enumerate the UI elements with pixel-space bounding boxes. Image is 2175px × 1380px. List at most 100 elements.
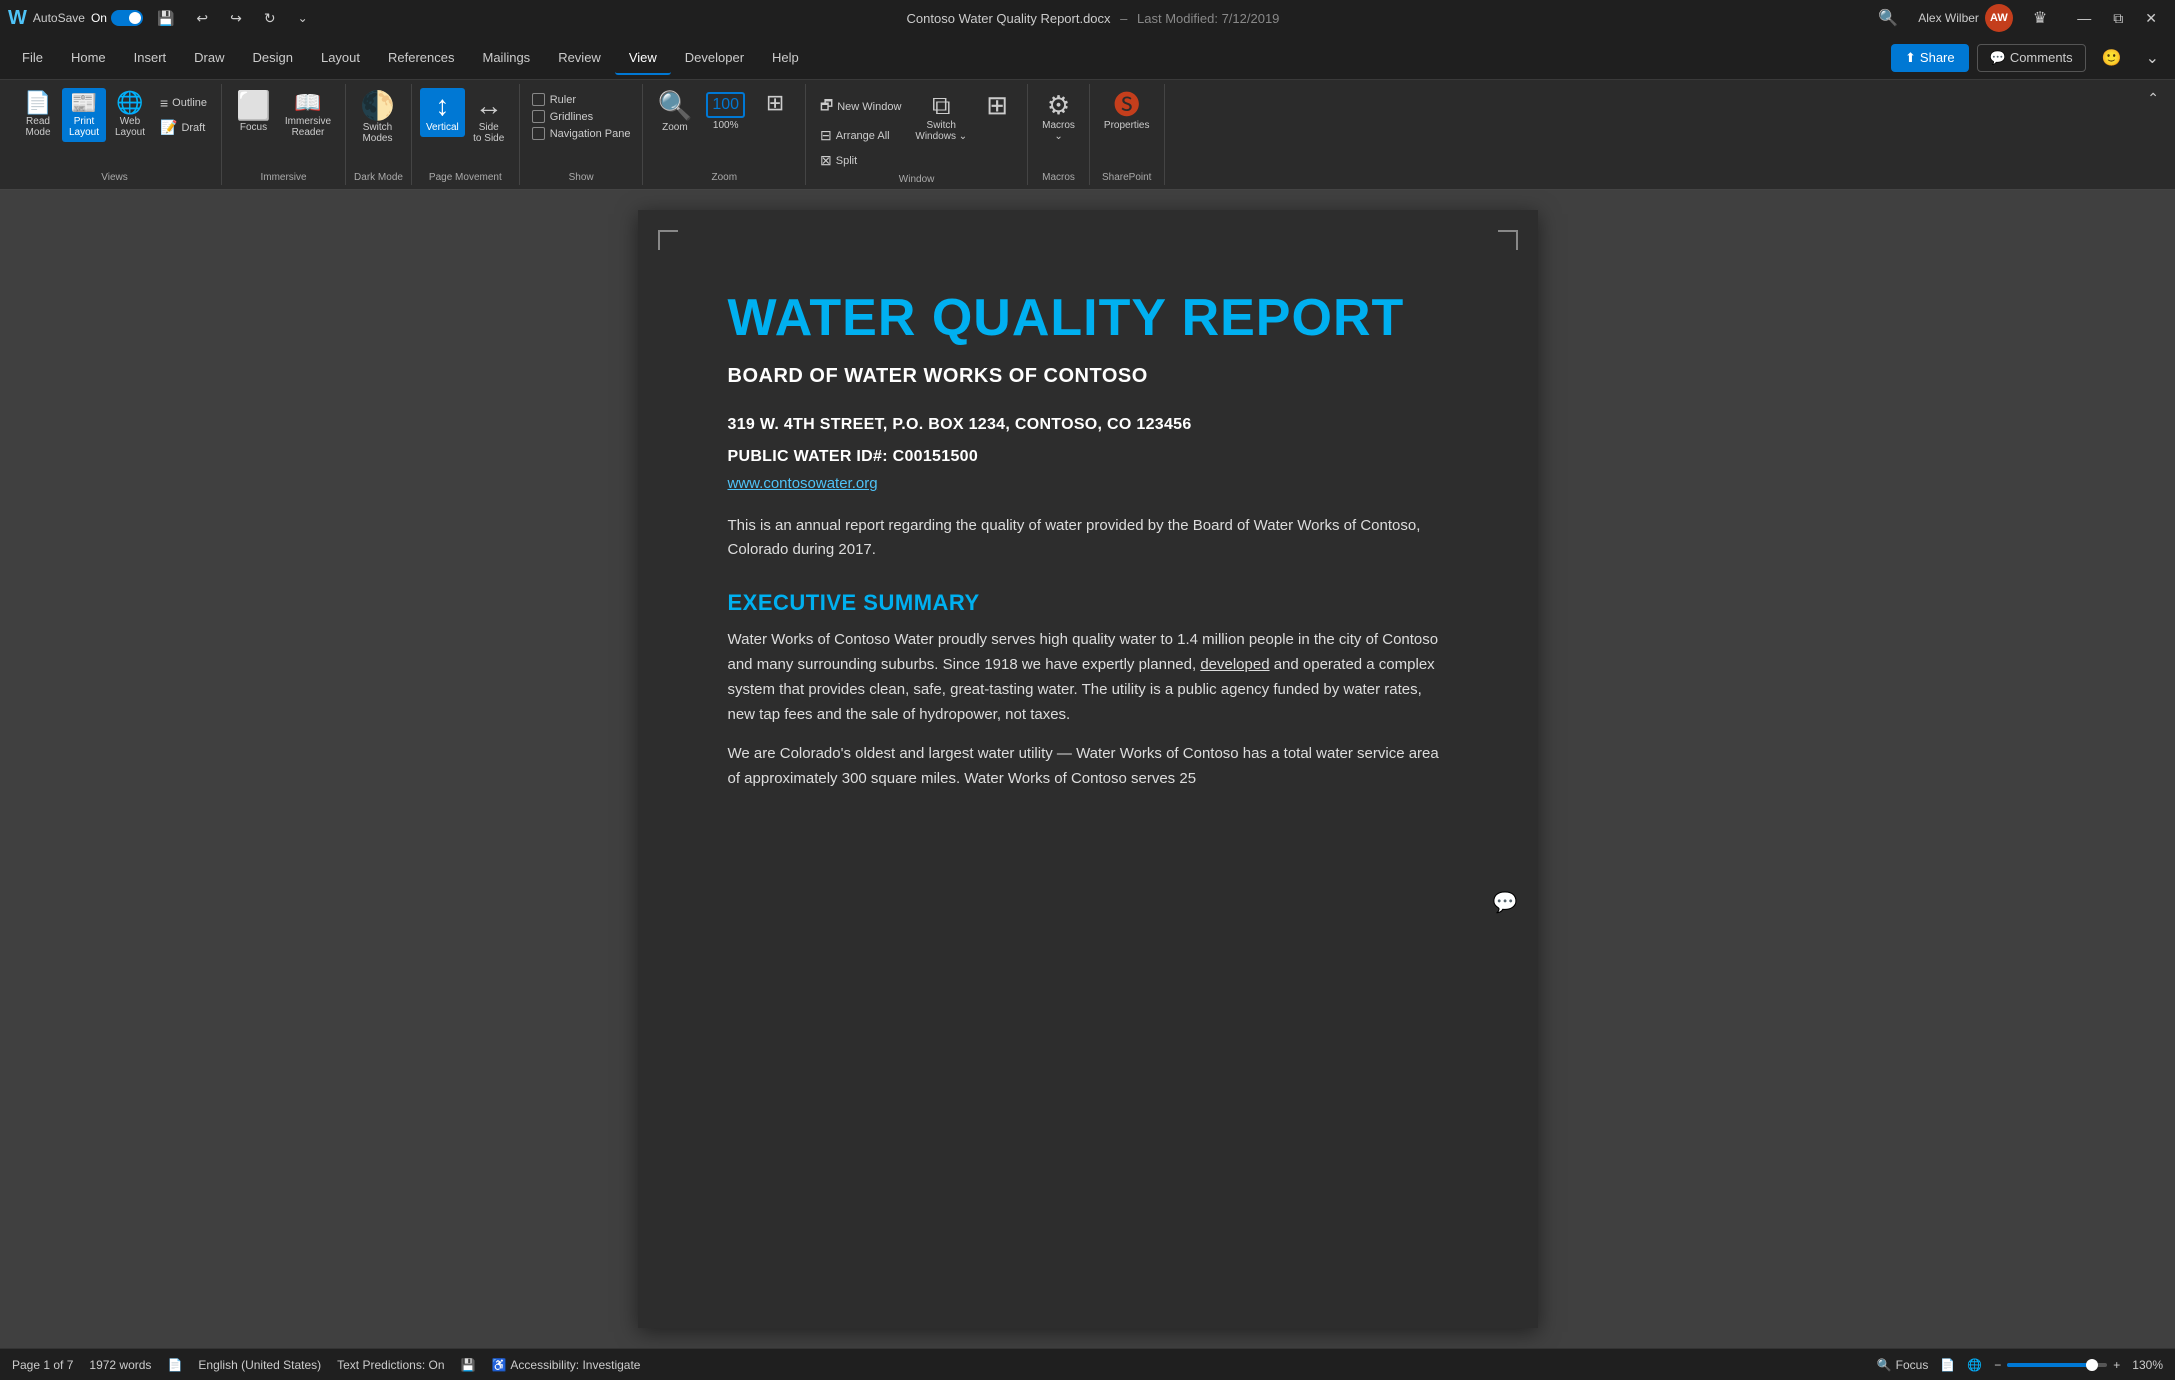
undo-button[interactable]: ↩: [188, 8, 216, 29]
outline-button[interactable]: ≡ Outline: [154, 92, 213, 114]
macros-label: Macros⌄: [1042, 120, 1075, 142]
macros-group-label: Macros: [1036, 170, 1081, 185]
search-button[interactable]: 🔍: [1870, 6, 1906, 30]
properties-label: Properties: [1104, 120, 1150, 131]
tab-help[interactable]: Help: [758, 40, 813, 75]
macros-button[interactable]: ⚙ Macros⌄: [1036, 88, 1081, 146]
smiley-button[interactable]: 🙂: [2094, 46, 2130, 70]
properties-button[interactable]: 🅢 Properties: [1098, 88, 1156, 135]
draft-button[interactable]: 📝 Draft: [154, 116, 213, 139]
focus-button-status[interactable]: 🔍 Focus: [1877, 1358, 1929, 1372]
tab-mailings[interactable]: Mailings: [469, 40, 545, 75]
web-layout-status[interactable]: 🌐: [1967, 1358, 1982, 1372]
document-type-icon[interactable]: 📄: [167, 1358, 182, 1372]
arrange-all-icon: ⊟: [820, 127, 832, 144]
split-button[interactable]: ⊠ Split: [814, 149, 907, 172]
ruler-checkbox[interactable]: Ruler: [528, 92, 635, 107]
title-bar: W AutoSave On 💾 ↩ ↪ ↻ ⌄ Contoso Water Qu…: [0, 0, 2175, 36]
show-col: Ruler Gridlines Navigation Pane: [528, 88, 635, 141]
arrange-all-button[interactable]: ⊟ Arrange All: [814, 124, 907, 147]
tab-design[interactable]: Design: [239, 40, 307, 75]
page-info[interactable]: Page 1 of 7: [12, 1358, 73, 1372]
customize-button[interactable]: ⌄: [290, 9, 316, 27]
new-window-label: New Window: [837, 101, 901, 113]
web-layout-button[interactable]: 🌐 WebLayout: [108, 88, 152, 142]
close-button[interactable]: ✕: [2135, 6, 2167, 31]
tab-draw[interactable]: Draw: [180, 40, 238, 75]
navigation-pane-checkbox[interactable]: Navigation Pane: [528, 126, 635, 141]
tab-developer[interactable]: Developer: [671, 40, 758, 75]
zoom-plus-icon[interactable]: +: [2113, 1358, 2120, 1372]
title-bar-left: W AutoSave On 💾 ↩ ↪ ↻ ⌄: [8, 7, 316, 30]
title-bar-center: Contoso Water Quality Report.docx – Last…: [324, 11, 1863, 26]
comments-icon: 💬: [1990, 50, 2006, 66]
read-mode-button[interactable]: 📄 ReadMode: [16, 88, 60, 142]
switch-windows-button[interactable]: ⧉ SwitchWindows ⌄: [909, 88, 973, 146]
gridlines-checkbox[interactable]: Gridlines: [528, 109, 635, 124]
autosave-switch[interactable]: [111, 10, 143, 26]
document-address-line1: 319 W. 4TH STREET, P.O. BOX 1234, CONTOS…: [728, 412, 1448, 438]
switch-windows-icon: ⧉: [932, 92, 951, 118]
zoom-button[interactable]: 🔍 Zoom: [651, 88, 698, 137]
window-group-label: Window: [814, 172, 1019, 187]
zoom-pages-button[interactable]: ⊞: [753, 88, 797, 120]
ribbon-group-show: Ruler Gridlines Navigation Pane Show: [520, 84, 644, 185]
word-count[interactable]: 1972 words: [89, 1358, 151, 1372]
zoom-slider[interactable]: [2007, 1363, 2107, 1367]
vertical-label: Vertical: [426, 122, 459, 133]
comments-label: Comments: [2010, 50, 2073, 65]
restore-button[interactable]: ⧉: [2103, 6, 2133, 31]
share-button[interactable]: ⬆ Share: [1891, 44, 1969, 72]
share-label: Share: [1920, 50, 1955, 65]
print-layout-button[interactable]: 📰 PrintLayout: [62, 88, 106, 142]
zoom-minus-icon[interactable]: −: [1994, 1358, 2001, 1372]
text-predictions[interactable]: Text Predictions: On: [337, 1358, 444, 1372]
zoom-slider-area[interactable]: − +: [1994, 1358, 2120, 1372]
comments-button[interactable]: 💬 Comments: [1977, 44, 2086, 72]
zoom-100-label: 100%: [713, 120, 739, 131]
view-side-by-side-button[interactable]: ⊞: [975, 88, 1019, 124]
executive-summary-para2: We are Colorado's oldest and largest wat…: [728, 742, 1448, 792]
gridlines-label: Gridlines: [550, 111, 593, 123]
minimize-button[interactable]: —: [2067, 6, 2101, 31]
tab-file[interactable]: File: [8, 40, 57, 75]
zoom-100-button[interactable]: 100 100%: [700, 88, 751, 135]
crown-button[interactable]: ♛: [2025, 6, 2055, 30]
immersive-reader-button[interactable]: 📖 ImmersiveReader: [279, 88, 337, 142]
document-website[interactable]: www.contosowater.org: [728, 475, 1448, 492]
tab-layout[interactable]: Layout: [307, 40, 374, 75]
tab-home[interactable]: Home: [57, 40, 120, 75]
avatar: AW: [1985, 4, 2013, 32]
show-group-label: Show: [528, 170, 635, 185]
tab-view[interactable]: View: [615, 40, 671, 75]
vertical-button[interactable]: ↕ Vertical: [420, 88, 465, 137]
side-to-side-button[interactable]: ↔ Sideto Side: [467, 88, 511, 148]
new-window-button[interactable]: 🗗 New Window: [814, 92, 907, 122]
tab-review[interactable]: Review: [544, 40, 615, 75]
immersive-reader-label: ImmersiveReader: [285, 116, 331, 138]
focus-button[interactable]: ⬜ Focus: [230, 88, 277, 137]
save-status[interactable]: 💾: [461, 1358, 476, 1372]
document-page: WATER QUALITY REPORT BOARD OF WATER WORK…: [638, 210, 1538, 1328]
comment-icon[interactable]: 💬: [1493, 890, 1518, 915]
save-button[interactable]: 💾: [149, 8, 182, 29]
switch-modes-button[interactable]: 🌓 SwitchModes: [354, 88, 401, 148]
ribbon-expand-button[interactable]: ⌃: [2139, 88, 2167, 109]
zoom-slider-thumb: [2086, 1359, 2098, 1371]
zoom-label: Zoom: [662, 122, 688, 133]
executive-summary-para1: Water Works of Contoso Water proudly ser…: [728, 628, 1448, 727]
repeat-button[interactable]: ↻: [256, 8, 284, 29]
language-info[interactable]: English (United States): [198, 1358, 321, 1372]
autosave-toggle[interactable]: On: [91, 10, 143, 26]
page-movement-group-label: Page Movement: [420, 170, 511, 185]
word-count-label: 1972 words: [89, 1358, 151, 1372]
accessibility-info[interactable]: ♿ Accessibility: Investigate: [491, 1358, 640, 1372]
tab-references[interactable]: References: [374, 40, 468, 75]
tab-insert[interactable]: Insert: [120, 40, 181, 75]
ribbon-group-page-movement: ↕ Vertical ↔ Sideto Side Page Movement: [412, 84, 520, 185]
status-bar-right: 🔍 Focus 📄 🌐 − + 130%: [1877, 1358, 2163, 1372]
redo-button[interactable]: ↪: [222, 8, 250, 29]
print-layout-status[interactable]: 📄: [1940, 1358, 1955, 1372]
zoom-percent-status[interactable]: 130%: [2132, 1358, 2163, 1372]
ribbon-collapse-button[interactable]: ⌄: [2138, 46, 2167, 70]
